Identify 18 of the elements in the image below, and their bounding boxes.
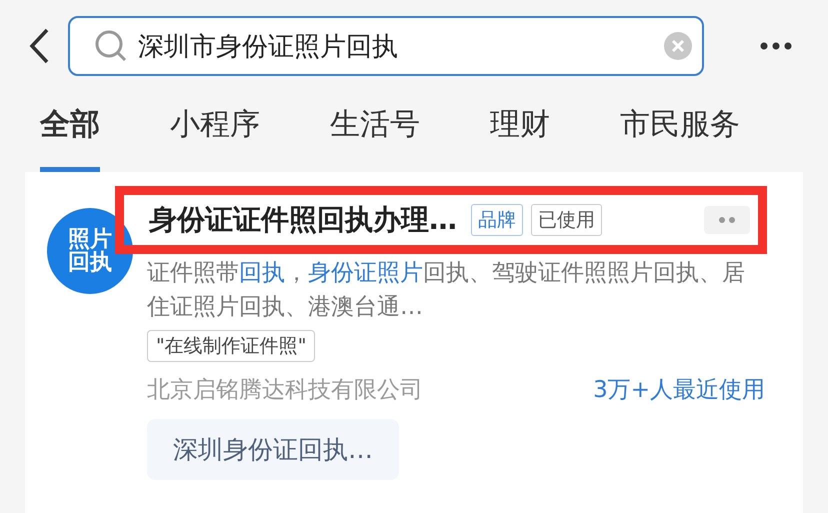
tab[interactable]: 理财 [490,92,550,172]
tab[interactable]: 小程序 [170,92,260,172]
tab[interactable]: 生活号 [330,92,420,172]
badge: 已使用 [531,204,602,236]
badge: 品牌 [471,204,523,236]
usage-count: 3万+人最近使用 [593,376,765,405]
back-icon[interactable] [28,28,50,64]
more-icon[interactable] [760,42,792,50]
app-logo: 照片 回执 [47,208,133,294]
search-icon [94,29,128,63]
company-name: 北京启铭腾达科技有限公司 [147,376,423,405]
result-description: 证件照带回执，身份证照片回执、驾驶证件照照片回执、居住证照片回执、港澳台通… [147,259,746,322]
service-button[interactable]: 深圳身份证回执… [147,419,399,480]
result-title: 身份证证件照回执办理… [149,202,457,238]
result-card[interactable]: 照片 回执 身份证证件照回执办理… 品牌 已使用 证件照带回执，身份证照片回执、驾驶证件照照片回执、居住证照片回执、港澳台通… "在线制作证件照" 北京启铭腾达科技有限公司 3万+人最近使用 深圳身份证回执… [25,172,803,513]
search-field[interactable]: 深圳市身份证照片回执 [68,16,704,76]
tab[interactable]: 市民服务 [620,92,740,172]
keyword-tag: "在线制作证件照" [147,330,316,362]
